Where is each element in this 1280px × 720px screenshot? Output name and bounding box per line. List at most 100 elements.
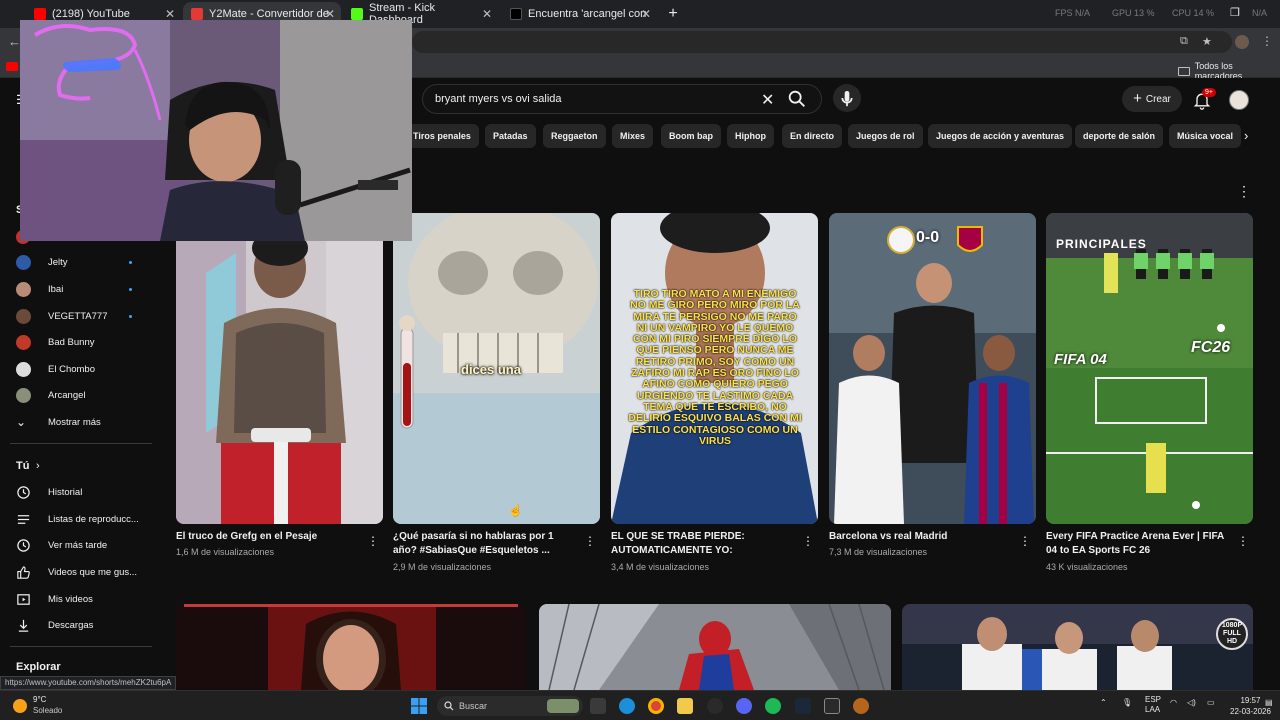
chip-musica-vocal[interactable]: Música vocal xyxy=(1169,124,1242,148)
short-thumbnail-image xyxy=(176,213,383,524)
chip-juegos-accion-aventuras[interactable]: Juegos de acción y aventuras xyxy=(928,124,1073,148)
app-icon[interactable] xyxy=(853,698,869,714)
youtube-favicon-icon xyxy=(34,8,46,20)
restore-window-button[interactable]: ❐ xyxy=(1230,6,1240,19)
chip-tiros-penales[interactable]: Tiros penales xyxy=(405,124,479,148)
sidebar-item-my-videos[interactable]: Mis videos xyxy=(0,586,155,612)
chip-patadas[interactable]: Patadas xyxy=(485,124,536,148)
sidebar-item-historial[interactable]: Historial xyxy=(0,479,155,505)
channel-name: El Chombo xyxy=(48,363,95,375)
microphone-icon xyxy=(841,91,853,107)
language-layout: LAA xyxy=(1145,705,1161,714)
chip-hiphop[interactable]: Hiphop xyxy=(727,124,774,148)
language-indicator[interactable]: ESP LAA xyxy=(1145,695,1161,715)
bookmark-star-icon[interactable]: ★ xyxy=(1202,35,1212,48)
short-title[interactable]: EL QUE SE TRABE PIERDE: AUTOMATICAMENTE … xyxy=(611,530,791,558)
browser-menu-icon[interactable]: ⋮ xyxy=(1261,34,1273,48)
short-thumbnail-image xyxy=(829,213,1036,524)
short-more-options-icon[interactable]: ⋮ xyxy=(802,534,814,548)
youtube-bookmark-icon[interactable] xyxy=(6,62,18,71)
omnibox[interactable] xyxy=(412,31,1232,53)
sidebar-channel-ibai[interactable]: Ibai xyxy=(0,276,155,302)
account-avatar[interactable] xyxy=(1229,90,1249,110)
battery-icon[interactable]: ▭ xyxy=(1207,698,1215,707)
sidebar-channel-vegetta777[interactable]: VEGETTA777 xyxy=(0,303,155,329)
short-title[interactable]: El truco de Grefg en el Pesaje xyxy=(176,530,356,544)
chrome-icon[interactable] xyxy=(648,698,664,714)
short-overlay-caption-2: FC26 xyxy=(1191,339,1231,356)
short-title[interactable]: Barcelona vs real Madrid xyxy=(829,530,1009,544)
epic-games-icon[interactable] xyxy=(824,698,840,714)
short-more-options-icon[interactable]: ⋮ xyxy=(367,534,379,548)
short-thumbnail[interactable]: 0-0 xyxy=(829,213,1036,524)
windows-start-icon[interactable] xyxy=(411,698,427,714)
discord-icon[interactable] xyxy=(736,698,752,714)
short-more-options-icon[interactable]: ⋮ xyxy=(1019,534,1031,548)
short-more-options-icon[interactable]: ⋮ xyxy=(584,534,596,548)
sidebar-channel-el-chombo[interactable]: El Chombo xyxy=(0,356,155,382)
search-highlight-icon xyxy=(547,699,579,713)
file-explorer-icon[interactable] xyxy=(677,698,693,714)
video-thumbnail[interactable]: 1080P FULL HD xyxy=(902,604,1253,690)
section-more-options-icon[interactable]: ⋮ xyxy=(1237,183,1251,200)
channel-name: Bad Bunny xyxy=(48,336,95,348)
short-thumbnail[interactable] xyxy=(176,213,383,524)
steam-icon[interactable] xyxy=(795,698,811,714)
short-thumbnail[interactable]: PRINCIPALES FIFA 04 FC26 xyxy=(1046,213,1253,524)
video-thumbnail[interactable] xyxy=(539,604,891,690)
sidebar-item-playlists[interactable]: Listas de reproducc... xyxy=(0,506,155,532)
short-overlay-banner: PRINCIPALES xyxy=(1056,237,1147,251)
edge-icon[interactable] xyxy=(619,698,635,714)
chip-en-directo[interactable]: En directo xyxy=(782,124,843,148)
voice-search-button[interactable] xyxy=(833,84,861,112)
tab-close-icon[interactable]: ✕ xyxy=(165,7,175,21)
tray-chevron-up-icon[interactable]: ⌃ xyxy=(1100,698,1107,707)
sidebar-item-downloads[interactable]: Descargas xyxy=(0,612,155,638)
notification-center-icon[interactable]: ▤ xyxy=(1265,698,1273,707)
spotify-icon[interactable] xyxy=(765,698,781,714)
clear-search-icon[interactable]: ✕ xyxy=(761,90,774,110)
sidebar-channel-jelty[interactable]: Jelty xyxy=(0,249,155,275)
sun-weather-icon[interactable] xyxy=(13,699,27,713)
chip-juegos-de-rol[interactable]: Juegos de rol xyxy=(848,124,923,148)
channel-avatar xyxy=(16,254,31,270)
obs-icon[interactable] xyxy=(707,698,723,714)
create-button[interactable]: + Crear xyxy=(1122,86,1182,112)
short-thumbnail[interactable]: TIRO TIRO MATO A MI ENEMIGO NO ME GIRO P… xyxy=(611,213,818,524)
video-thumbnail[interactable] xyxy=(176,604,526,690)
cast-icon[interactable]: ⧉ xyxy=(1180,35,1188,48)
browser-profile-avatar[interactable] xyxy=(1235,35,1249,49)
task-view-icon[interactable] xyxy=(590,698,606,714)
tab-title: (2198) YouTube xyxy=(52,8,130,20)
chip-boom-bap[interactable]: Boom bap xyxy=(661,124,721,148)
sidebar-item-watch-later[interactable]: Ver más tarde xyxy=(0,532,155,558)
chip-deporte-de-salon[interactable]: deporte de salón xyxy=(1075,124,1164,148)
search-icon[interactable] xyxy=(786,88,808,110)
history-icon xyxy=(17,485,30,499)
tab-close-icon[interactable]: ✕ xyxy=(482,7,492,21)
chips-next-arrow-icon[interactable]: › xyxy=(1244,128,1248,143)
sidebar-you-heading[interactable]: Tú › xyxy=(0,453,155,479)
short-title[interactable]: ¿Qué pasaría si no hablaras por 1 año? #… xyxy=(393,530,573,558)
volume-icon[interactable]: ◁) xyxy=(1187,698,1196,707)
sidebar-item-label: Historial xyxy=(48,486,83,498)
tab-close-icon[interactable]: ✕ xyxy=(641,7,651,21)
sidebar-item-liked-videos[interactable]: Videos que me gus... xyxy=(0,559,155,585)
tab-close-icon[interactable]: ✕ xyxy=(325,7,335,21)
short-title[interactable]: Every FIFA Practice Arena Ever | FIFA 04… xyxy=(1046,530,1226,558)
channel-avatar xyxy=(16,361,31,377)
wifi-icon[interactable]: ◠ xyxy=(1170,698,1177,707)
short-more-options-icon[interactable]: ⋮ xyxy=(1237,534,1249,548)
tab-tiktok[interactable]: Encuentra 'arcangel corrige a A ✕ xyxy=(502,2,657,26)
short-thumbnail[interactable]: dices una xyxy=(393,213,600,524)
chip-mixes[interactable]: Mixes xyxy=(612,124,654,148)
new-tab-button[interactable]: + xyxy=(663,4,683,24)
microphone-tray-icon[interactable]: 🎙︎ xyxy=(1122,698,1132,707)
sidebar-show-more[interactable]: ⌄ Mostrar más xyxy=(0,409,155,435)
chip-reggaeton[interactable]: Reggaeton xyxy=(543,124,606,148)
search-input[interactable]: bryant myers vs ovi salida ✕ xyxy=(422,84,822,114)
taskbar-search-input[interactable]: Buscar xyxy=(437,696,583,716)
sidebar-channel-arcangel[interactable]: Arcangel xyxy=(0,382,155,408)
sidebar-channel-bad-bunny[interactable]: Bad Bunny xyxy=(0,329,155,355)
search-query-text: bryant myers vs ovi salida xyxy=(435,93,562,105)
